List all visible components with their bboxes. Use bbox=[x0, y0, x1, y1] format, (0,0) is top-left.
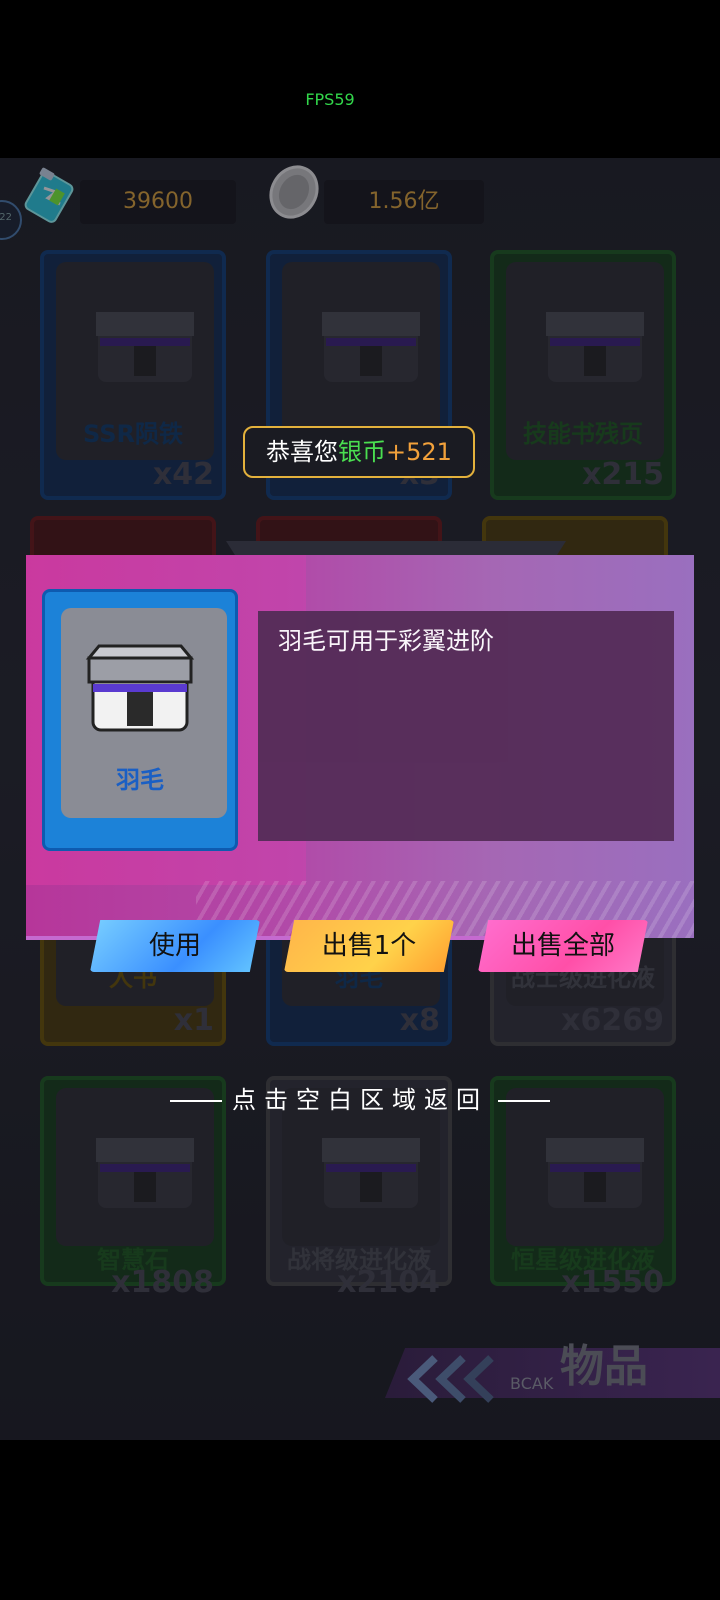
back-label[interactable]: BCAK bbox=[510, 1374, 553, 1393]
sell-all-button[interactable]: 出售全部 bbox=[478, 920, 648, 972]
use-button[interactable]: 使用 bbox=[90, 920, 260, 972]
sell-one-button[interactable]: 出售1个 bbox=[284, 920, 454, 972]
fps-counter: FPS59 bbox=[305, 90, 355, 109]
item-preview: 羽毛 bbox=[42, 589, 238, 851]
item-detail-panel: 羽毛 羽毛可用于彩翼进阶 bbox=[26, 541, 694, 940]
chest-icon bbox=[85, 644, 195, 732]
page-title: 物品 bbox=[560, 1341, 648, 1392]
item-preview-name: 羽毛 bbox=[116, 766, 164, 794]
item-description: 羽毛可用于彩翼进阶 bbox=[278, 627, 494, 655]
item-description-box: 羽毛可用于彩翼进阶 bbox=[258, 611, 674, 841]
inventory-screen: 22 39600 1.56亿 SSR陨铁 x42 技能书残页 x215 人书 x… bbox=[0, 158, 720, 1440]
tap-blank-to-return-hint: 点击空白区域返回 bbox=[0, 1080, 720, 1115]
reward-toast: 恭喜您银币+521 bbox=[243, 426, 475, 478]
back-chevrons-icon[interactable] bbox=[405, 1354, 525, 1404]
